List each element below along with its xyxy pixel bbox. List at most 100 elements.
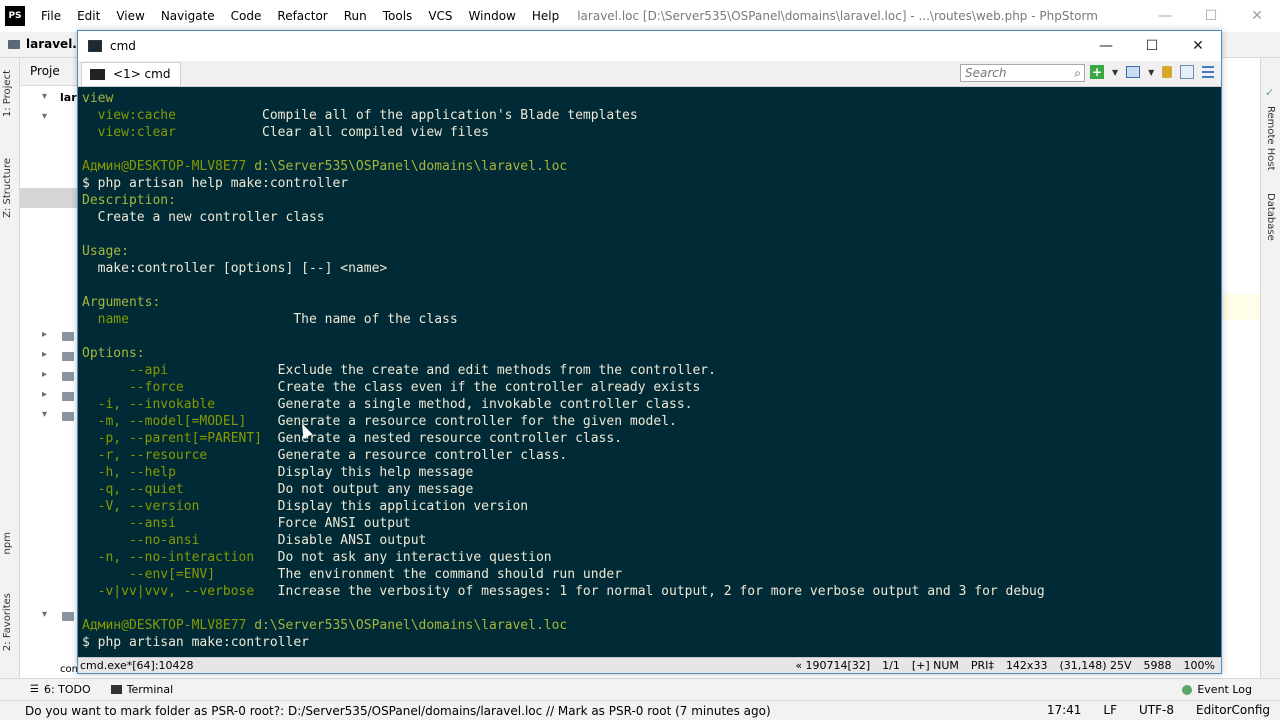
console-line: --ansi Force ANSI output — [82, 515, 411, 532]
tree-row[interactable]: ▸ — [20, 346, 78, 366]
console-text: -n, --no-interaction — [82, 550, 255, 565]
tool-tab-favorites[interactable]: 2: Favorites — [2, 593, 13, 651]
menu-refactor[interactable]: Refactor — [269, 9, 335, 23]
menu-navigate[interactable]: Navigate — [153, 9, 223, 23]
lock-icon[interactable] — [1162, 66, 1173, 78]
console-line: --force Create the class even if the con… — [82, 379, 700, 396]
tool-tab-remote-host[interactable]: Remote Host — [1265, 106, 1276, 171]
collapse-arrow-icon[interactable]: ▾ — [42, 609, 47, 620]
status-editorconfig[interactable]: EditorConfig — [1196, 703, 1270, 717]
ide-minimize-icon[interactable]: — — [1142, 0, 1188, 32]
console-line: make:controller [options] [--] <name> — [82, 260, 388, 277]
expand-arrow-icon[interactable]: ▸ — [42, 389, 47, 400]
expand-arrow-icon[interactable]: ▸ — [42, 369, 47, 380]
tree-file-label[interactable]: console.php — [60, 664, 78, 675]
tool-tab-terminal[interactable]: Terminal — [110, 683, 173, 696]
menu-file[interactable]: File — [33, 9, 69, 23]
menu-code[interactable]: Code — [223, 9, 270, 23]
tree-row-selected[interactable] — [20, 188, 78, 208]
console-line: -n, --no-interaction Do not ask any inte… — [82, 549, 552, 566]
console-output[interactable]: view view:cache Compile all of the appli… — [78, 87, 1221, 657]
tree-row[interactable]: ▸ — [20, 386, 78, 406]
project-panel-title[interactable]: Proje — [30, 64, 60, 78]
list-icon: ☰ — [30, 684, 39, 695]
cmd-search-input[interactable]: Search ⌕ — [960, 64, 1085, 82]
collapse-arrow-icon[interactable]: ▾ — [42, 111, 47, 122]
search-icon[interactable]: ⌕ — [1074, 66, 1081, 81]
console-text: The name of the class — [128, 312, 458, 327]
cmd-status-field[interactable]: (31,148) 25V — [1059, 659, 1131, 672]
tree-row[interactable]: ▾ — [20, 406, 78, 426]
menu-help[interactable]: Help — [524, 9, 567, 23]
cmd-status-field[interactable]: 100% — [1184, 659, 1215, 672]
tree-row[interactable]: ▾ — [20, 606, 78, 626]
menu-icon[interactable] — [1202, 66, 1215, 78]
cmd-status-field[interactable]: 142x33 — [1006, 659, 1048, 672]
console-text: --force — [82, 380, 184, 395]
cmd-status-field[interactable]: « 190714[32] — [795, 659, 870, 672]
ide-maximize-icon[interactable]: ☐ — [1188, 0, 1234, 32]
split-pane-icon[interactable] — [1180, 65, 1195, 79]
ide-close-icon[interactable]: ✕ — [1234, 0, 1280, 32]
cmd-toolbar: + ▼ ▼ — [1090, 65, 1215, 79]
cmd-status-field[interactable]: [+] NUM — [912, 659, 959, 672]
bottom-tool-bar: ☰ 6: TODO Terminal Event Log — [0, 678, 1280, 700]
windows-dropdown-icon[interactable]: ▼ — [1148, 68, 1154, 77]
console-line: Options: — [82, 345, 145, 362]
status-message[interactable]: Do you want to mark folder as PSR-0 root… — [25, 704, 771, 718]
console-text: Description: — [82, 193, 176, 208]
console-text: -r, --resource — [82, 448, 208, 463]
cmd-status-field[interactable]: 1/1 — [882, 659, 900, 672]
collapse-arrow-icon[interactable]: ▾ — [42, 409, 47, 420]
cmd-maximize-icon[interactable]: ☐ — [1129, 31, 1175, 61]
cmd-process-info: cmd.exe*[64]:10428 — [80, 659, 194, 672]
new-console-dropdown-icon[interactable]: ▼ — [1112, 68, 1118, 77]
cmd-tabbar: <1> cmd Search ⌕ + ▼ ▼ — [78, 61, 1221, 87]
cmd-status-field[interactable]: PRI‡ — [971, 659, 994, 672]
event-log-icon — [1182, 684, 1193, 695]
tool-tab-npm[interactable]: npm — [2, 532, 13, 554]
menu-window[interactable]: Window — [461, 9, 524, 23]
console-line: view:cache Compile all of the applicatio… — [82, 107, 638, 124]
cmd-status-field[interactable]: 5988 — [1144, 659, 1172, 672]
console-text: -m, --model[=MODEL] — [82, 414, 247, 429]
menu-tools[interactable]: Tools — [375, 9, 421, 23]
menu-edit[interactable]: Edit — [69, 9, 108, 23]
console-text: --api — [82, 363, 169, 378]
expand-arrow-icon[interactable]: ▸ — [42, 349, 47, 360]
menu-view[interactable]: View — [108, 9, 152, 23]
cmd-close-icon[interactable]: ✕ — [1175, 31, 1221, 61]
cmd-tab[interactable]: <1> cmd — [81, 61, 182, 86]
console-text: Админ@DESKTOP-MLV8E77 — [82, 159, 255, 174]
terminal-icon — [110, 685, 122, 694]
tool-tab-structure[interactable]: Z: Structure — [2, 158, 13, 218]
expand-arrow-icon[interactable]: ▸ — [42, 329, 47, 340]
tree-row[interactable]: ▾ — [20, 108, 78, 128]
console-text: Do not ask any interactive question — [254, 550, 552, 565]
console-text: -V, --version — [82, 499, 200, 514]
tool-tab-database[interactable]: Database — [1265, 193, 1276, 241]
new-console-icon[interactable]: + — [1090, 65, 1104, 79]
menu-run[interactable]: Run — [336, 9, 375, 23]
status-line-separator[interactable]: LF — [1103, 703, 1117, 717]
windows-icon[interactable] — [1126, 66, 1141, 78]
console-text: Generate a single method, invokable cont… — [215, 397, 693, 412]
console-scrollbar[interactable] — [1209, 87, 1221, 657]
console-line: Админ@DESKTOP-MLV8E77 d:\Server535\OSPan… — [82, 158, 567, 175]
console-icon — [90, 68, 105, 80]
collapse-arrow-icon[interactable]: ▾ — [42, 91, 47, 102]
tree-row[interactable]: ▸ — [20, 366, 78, 386]
event-log-button[interactable]: Event Log — [1182, 683, 1252, 696]
cmd-titlebar[interactable]: cmd — ☐ ✕ — [78, 31, 1221, 61]
status-encoding[interactable]: UTF-8 — [1139, 703, 1174, 717]
tool-tab-project[interactable]: 1: Project — [2, 70, 13, 117]
menu-vcs[interactable]: VCS — [420, 9, 460, 23]
tree-row[interactable]: ▾ lara — [20, 88, 84, 108]
tree-row[interactable]: ▸ — [20, 326, 78, 346]
ide-window-title: laravel.loc [D:\Server535\OSPanel\domain… — [577, 9, 1098, 23]
status-position[interactable]: 17:41 — [1047, 703, 1082, 717]
tool-tab-todo[interactable]: ☰ 6: TODO — [30, 683, 91, 696]
console-line: -q, --quiet Do not output any message — [82, 481, 474, 498]
console-line: Arguments: — [82, 294, 160, 311]
cmd-minimize-icon[interactable]: — — [1083, 31, 1129, 61]
